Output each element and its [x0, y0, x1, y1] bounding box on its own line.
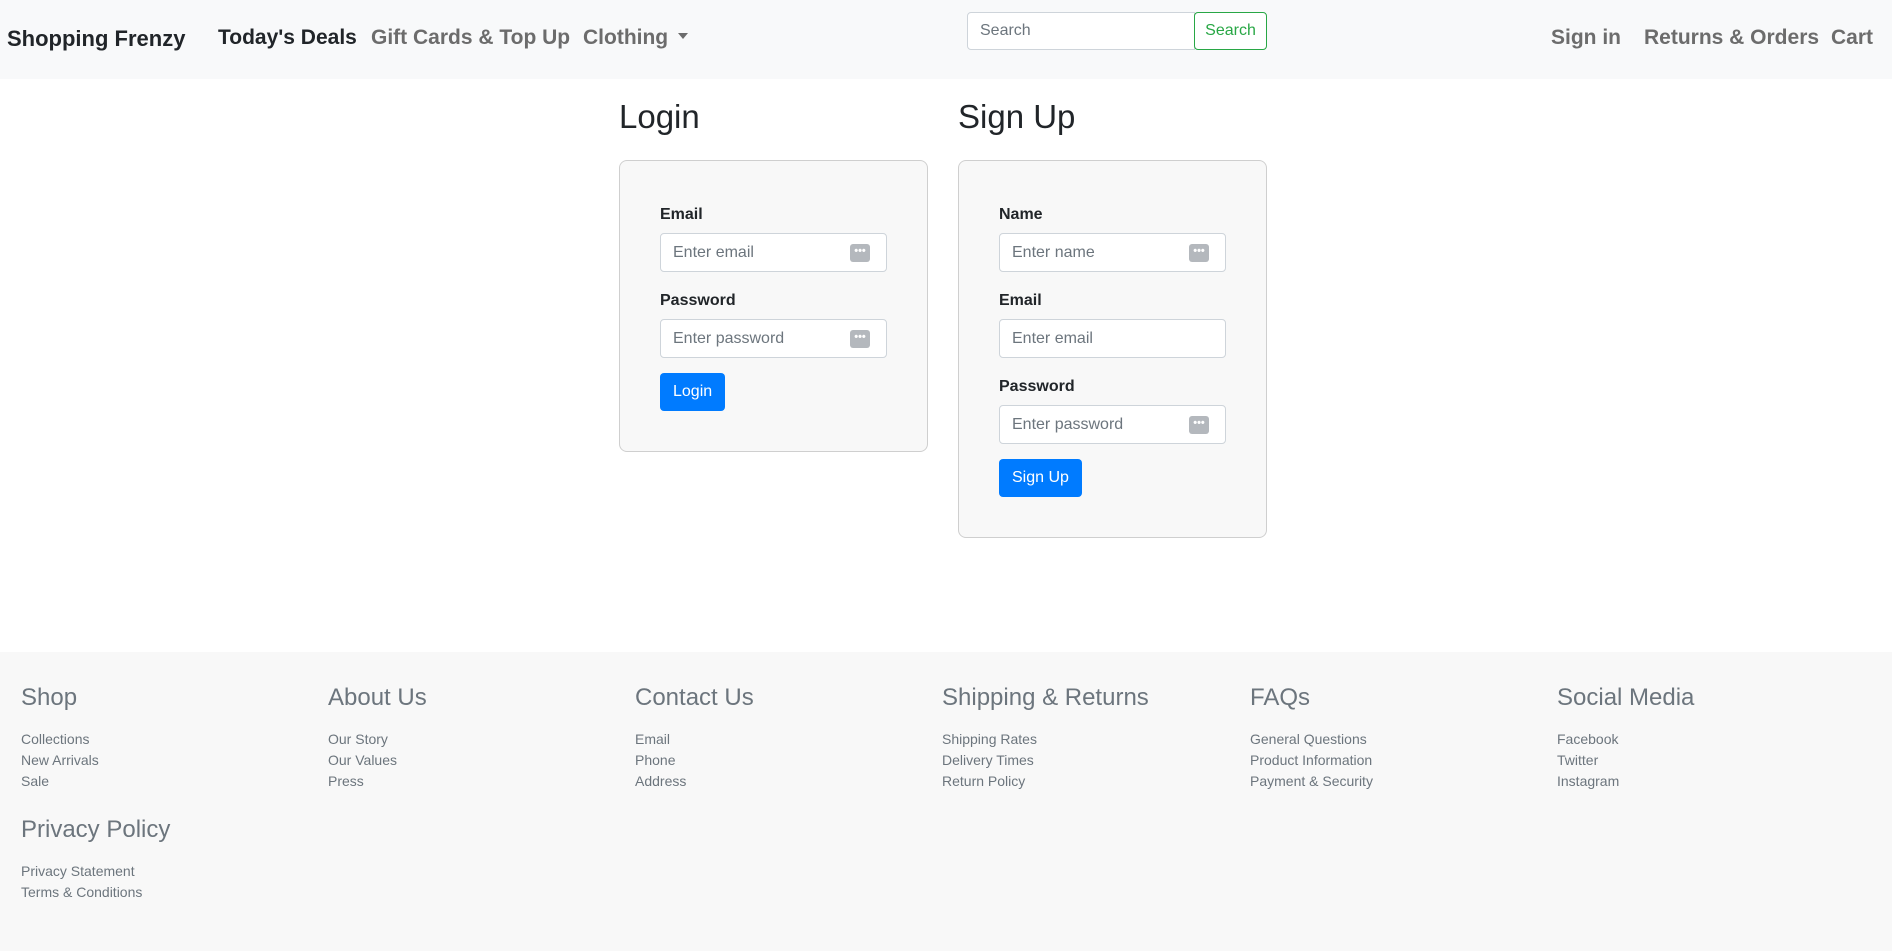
signup-email-label: Email	[999, 292, 1042, 309]
footer-link[interactable]: Phone	[635, 750, 754, 771]
footer-link[interactable]: Product Information	[1250, 750, 1373, 771]
footer-col-social: Social Media Facebook Twitter Instagram	[1557, 684, 1694, 792]
signup-password-label: Password	[999, 378, 1075, 395]
footer-link-facebook[interactable]: Facebook	[1557, 729, 1694, 750]
footer-link[interactable]: Sale	[21, 771, 99, 792]
footer-link-twitter[interactable]: Twitter	[1557, 750, 1694, 771]
login-password-field: •••	[660, 319, 887, 358]
signup-password-field: •••	[999, 405, 1226, 444]
nav-gift-cards[interactable]: Gift Cards & Top Up	[371, 26, 570, 50]
search-button[interactable]: Search	[1194, 12, 1267, 50]
footer-link[interactable]: Shipping Rates	[942, 729, 1149, 750]
caret-down-icon	[678, 33, 689, 40]
footer-link-instagram[interactable]: Instagram	[1557, 771, 1694, 792]
signup-email-input[interactable]	[1000, 320, 1194, 357]
footer-col-faqs: FAQs General Questions Product Informati…	[1250, 684, 1373, 792]
footer-link[interactable]: Return Policy	[942, 771, 1149, 792]
footer-link[interactable]: General Questions	[1250, 729, 1373, 750]
footer-col-privacy: Privacy Policy Privacy Statement Terms &…	[21, 816, 170, 903]
nav-cart[interactable]: Cart	[1831, 26, 1873, 50]
top-navbar: Shopping Frenzy Today's Deals Gift Cards…	[0, 0, 1892, 79]
nav-todays-deals[interactable]: Today's Deals	[218, 26, 357, 50]
signup-email-field	[999, 319, 1226, 358]
nav-clothing-label: Clothing	[583, 26, 669, 49]
login-email-label: Email	[660, 206, 703, 223]
footer-heading: Privacy Policy	[21, 816, 171, 843]
signup-name-field: •••	[999, 233, 1226, 272]
footer-heading: FAQs	[1250, 684, 1311, 711]
footer-link[interactable]: New Arrivals	[21, 750, 99, 771]
nav-sign-in[interactable]: Sign in	[1551, 26, 1621, 50]
nav-returns-orders[interactable]: Returns & Orders	[1644, 26, 1819, 50]
footer-col-about: About Us Our Story Our Values Press	[328, 684, 427, 792]
footer-heading: Social Media	[1557, 684, 1695, 711]
footer-heading: Shipping & Returns	[942, 684, 1149, 711]
footer-link[interactable]: Our Story	[328, 729, 427, 750]
footer-link[interactable]: Our Values	[328, 750, 427, 771]
footer-link[interactable]: Collections	[21, 729, 99, 750]
login-email-input[interactable]	[661, 234, 855, 271]
signup-password-input[interactable]	[1000, 406, 1194, 443]
footer-col-contact: Contact Us Email Phone Address	[635, 684, 754, 792]
footer-link[interactable]: Address	[635, 771, 754, 792]
login-password-input[interactable]	[661, 320, 855, 357]
password-key-icon[interactable]: •••	[1189, 416, 1209, 434]
login-panel: Email ••• Password ••• Login	[619, 160, 928, 452]
footer-link[interactable]: Delivery Times	[942, 750, 1149, 771]
password-key-icon[interactable]: •••	[850, 244, 870, 262]
footer-col-shop: Shop Collections New Arrivals Sale	[21, 684, 99, 792]
signup-button[interactable]: Sign Up	[999, 459, 1082, 497]
footer-link[interactable]: Privacy Statement	[21, 861, 170, 882]
brand-logo[interactable]: Shopping Frenzy	[7, 26, 185, 52]
signup-title: Sign Up	[958, 98, 1076, 135]
footer-col-shipping: Shipping & Returns Shipping Rates Delive…	[942, 684, 1149, 792]
login-title: Login	[619, 98, 700, 135]
signup-name-input[interactable]	[1000, 234, 1194, 271]
footer-heading: About Us	[328, 684, 427, 711]
footer-link[interactable]: Press	[328, 771, 427, 792]
login-button[interactable]: Login	[660, 373, 726, 411]
password-key-icon[interactable]: •••	[1189, 244, 1209, 262]
footer-heading: Contact Us	[635, 684, 754, 711]
login-password-label: Password	[660, 292, 736, 309]
footer-link[interactable]: Payment & Security	[1250, 771, 1373, 792]
site-footer: Shop Collections New Arrivals Sale About…	[0, 652, 1892, 951]
footer-link[interactable]: Email	[635, 729, 754, 750]
footer-heading: Shop	[21, 684, 78, 711]
login-email-field: •••	[660, 233, 887, 272]
password-key-icon[interactable]: •••	[850, 330, 870, 348]
footer-link[interactable]: Terms & Conditions	[21, 882, 170, 903]
signup-name-label: Name	[999, 206, 1043, 223]
search-input[interactable]	[967, 12, 1195, 50]
signup-panel: Name ••• Email Password ••• Sign Up	[958, 160, 1267, 538]
nav-clothing-dropdown[interactable]: Clothing	[583, 26, 689, 50]
